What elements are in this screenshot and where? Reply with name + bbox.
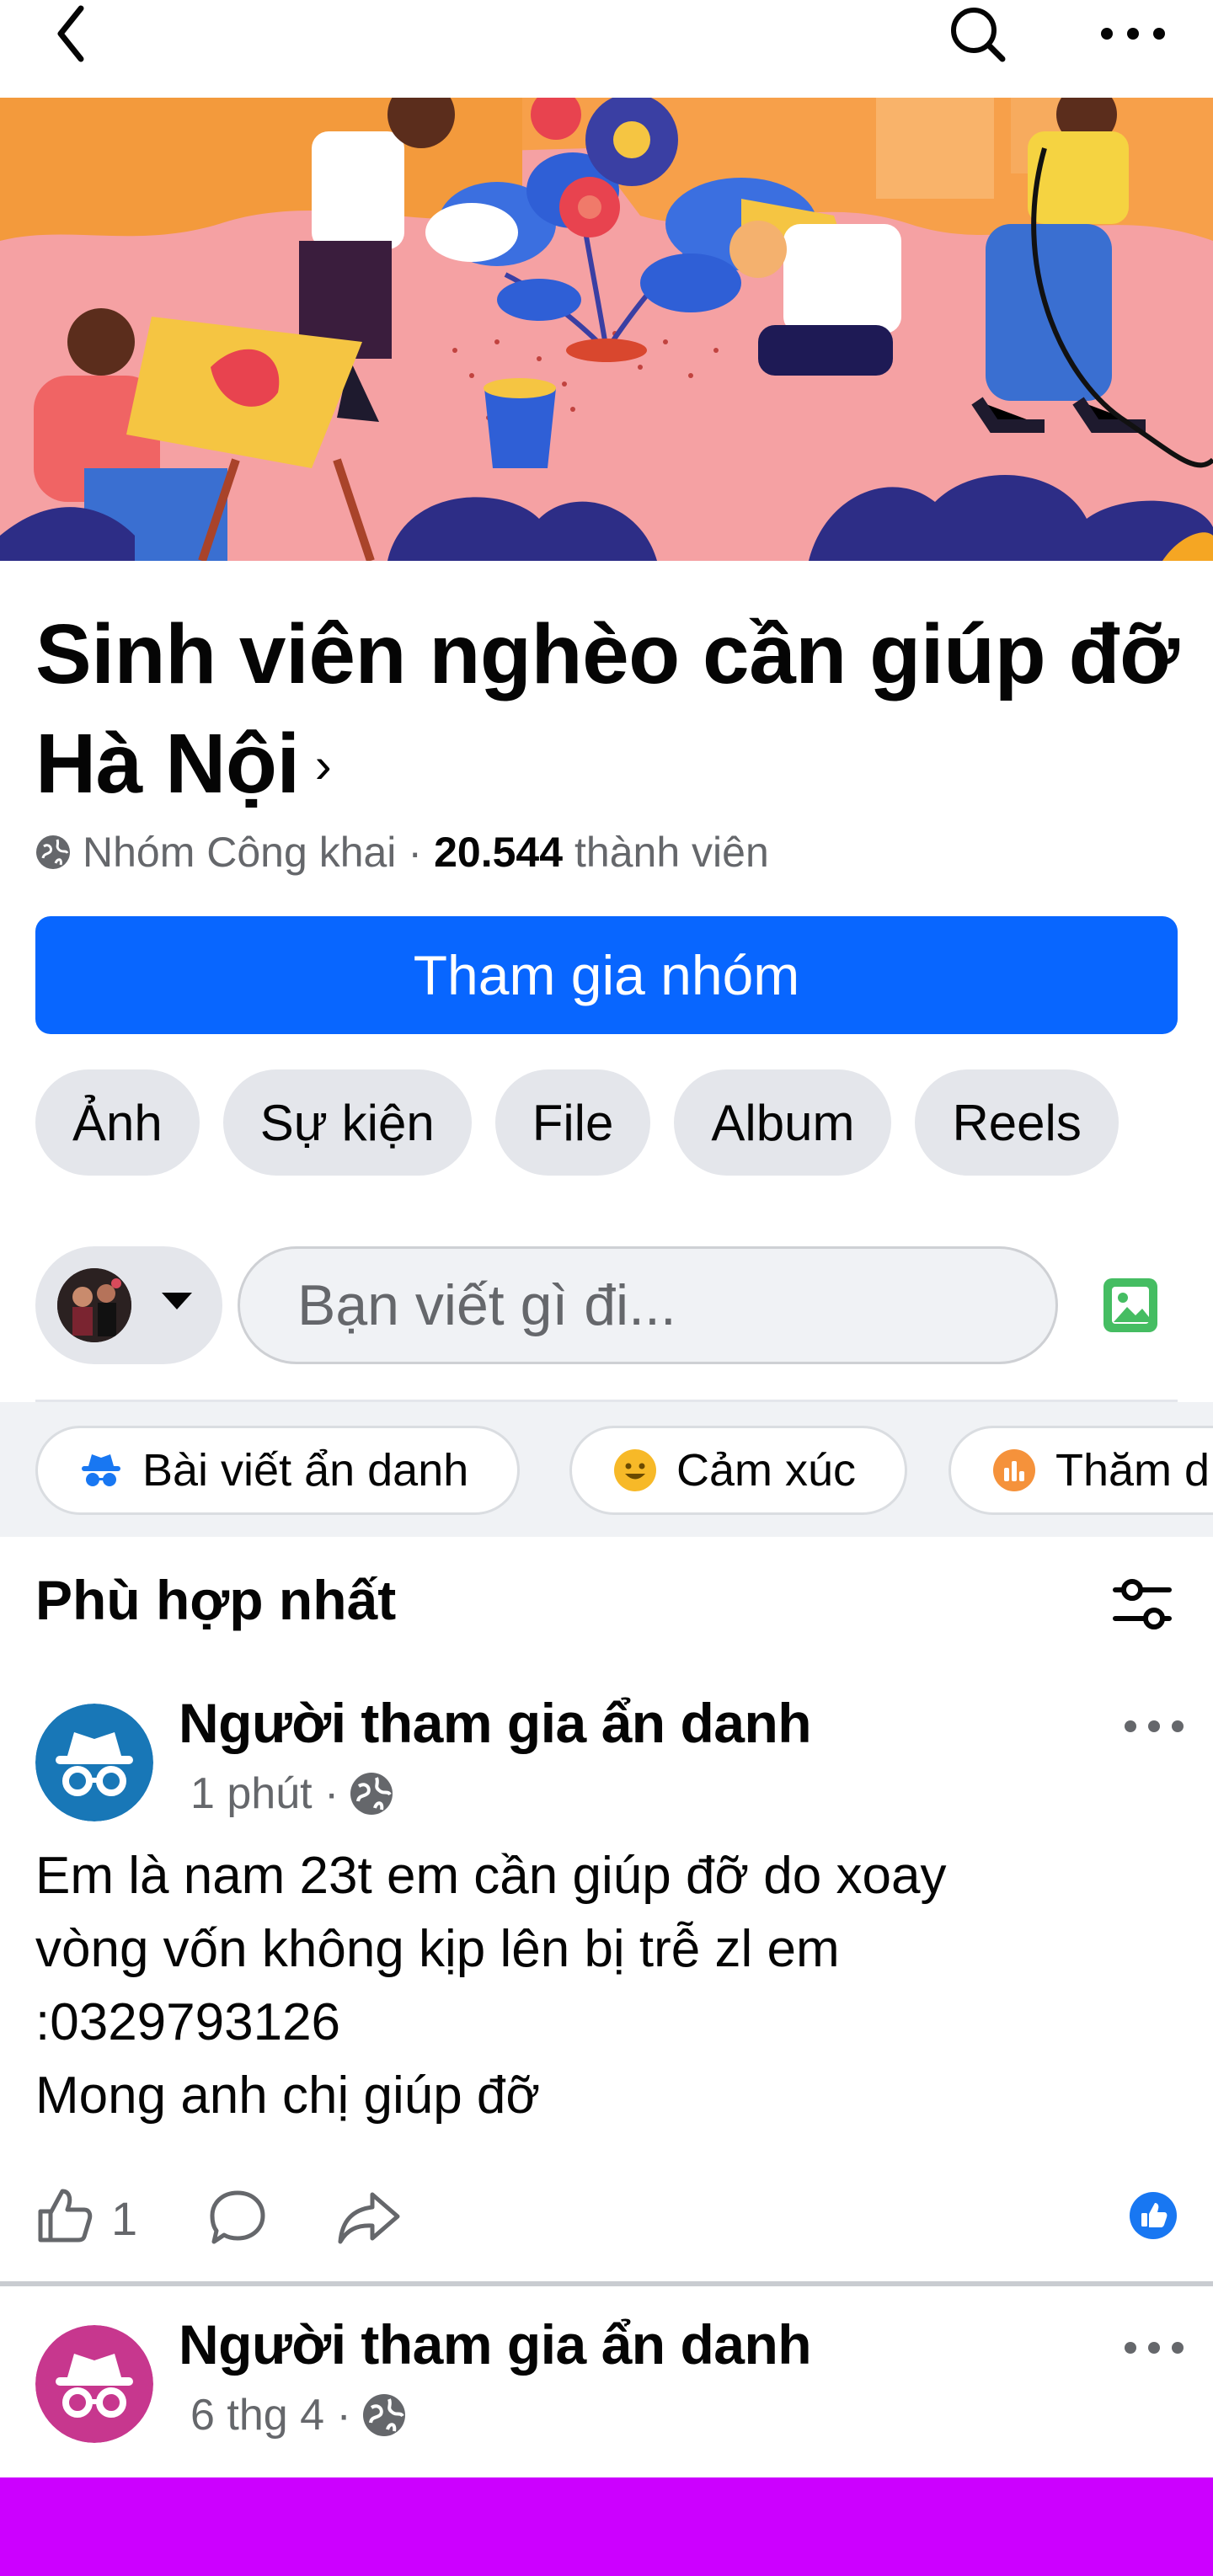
group-title[interactable]: Sinh viên nghèo cần giúp đỡ Hà Nội › xyxy=(35,600,1181,825)
composer-input[interactable]: Bạn viết gì đi... xyxy=(238,1246,1058,1364)
chip-anonymous-post[interactable]: Bài viết ẩn danh xyxy=(35,1426,521,1515)
chip-label: Thăm d xyxy=(1055,1445,1210,1496)
smiley-icon xyxy=(614,1449,656,1491)
meta-separator: · xyxy=(408,829,423,876)
group-name: Sinh viên nghèo cần giúp đỡ Hà Nội xyxy=(35,607,1179,811)
anonymous-avatar[interactable] xyxy=(35,2325,153,2443)
post-time-text: 6 thg 4 · xyxy=(190,2391,351,2440)
tab-events[interactable]: Sự kiện xyxy=(222,1069,472,1176)
chip-feeling[interactable]: Cảm xúc xyxy=(569,1426,908,1515)
chip-label: Bài viết ẩn danh xyxy=(142,1445,469,1496)
post-body[interactable]: Em là nam 23t em cần giúp đỡ do xoay vòn… xyxy=(35,1839,1181,2132)
tab-photos[interactable]: Ảnh xyxy=(35,1069,200,1176)
post-line: vòng vốn không kịp lên bị trễ zl em xyxy=(35,1920,840,1978)
group-tabs: Ảnh Sự kiện File Album Reels xyxy=(35,1069,1119,1176)
member-label: thành viên xyxy=(574,829,769,876)
chevron-left-icon[interactable] xyxy=(42,0,101,67)
more-horizontal-icon[interactable] xyxy=(1095,8,1171,59)
search-icon[interactable] xyxy=(943,0,1011,67)
anonymous-avatar[interactable] xyxy=(35,1704,153,1821)
chevron-down-icon xyxy=(162,1293,192,1309)
like-icon[interactable] xyxy=(35,2186,94,2245)
photo-icon[interactable] xyxy=(1100,1275,1161,1336)
post-timestamp: 1 phút · xyxy=(190,1768,394,1819)
anonymous-icon xyxy=(82,1454,120,1486)
post-composer: Bạn viết gì đi... xyxy=(35,1246,1178,1364)
feed-sort-label[interactable]: Phù hợp nhất xyxy=(35,1568,396,1632)
join-group-button[interactable]: Tham gia nhóm xyxy=(35,916,1178,1034)
filter-icon[interactable] xyxy=(1109,1575,1176,1634)
chip-poll[interactable]: Thăm d xyxy=(948,1426,1213,1515)
tab-albums[interactable]: Album xyxy=(674,1069,892,1176)
post-author[interactable]: Người tham gia ẩn danh xyxy=(179,1691,812,1755)
globe-icon xyxy=(36,835,70,869)
top-bar xyxy=(0,0,1213,98)
share-icon[interactable] xyxy=(335,2188,403,2247)
like-count[interactable]: 1 xyxy=(111,2191,137,2246)
more-horizontal-icon[interactable] xyxy=(1120,2331,1188,2365)
post-author[interactable]: Người tham gia ẩn danh xyxy=(179,2312,812,2376)
post-timestamp: 6 thg 4 · xyxy=(190,2390,407,2440)
identity-switcher[interactable] xyxy=(35,1246,222,1364)
chip-label: Cảm xúc xyxy=(676,1445,857,1496)
bottom-banner xyxy=(0,2477,1213,2576)
avatar xyxy=(57,1268,131,1342)
post-line: :0329793126 xyxy=(35,1993,341,2051)
comment-icon[interactable] xyxy=(207,2188,268,2247)
group-cover-image[interactable] xyxy=(0,98,1213,561)
chevron-right-icon: › xyxy=(314,736,332,793)
post-line: Em là nam 23t em cần giúp đỡ do xoay xyxy=(35,1847,947,1905)
cover-illustration xyxy=(0,98,1213,561)
tab-files[interactable]: File xyxy=(494,1069,651,1176)
poll-icon xyxy=(993,1449,1035,1491)
post-line: Mong anh chị giúp đỡ xyxy=(35,2067,541,2125)
post-type-chips: Bài viết ẩn danh Cảm xúc Thăm d xyxy=(0,1402,1213,1537)
post-time-text: 1 phút · xyxy=(190,1769,339,1818)
group-meta: Nhóm Công khai · 20.544 thành viên xyxy=(35,827,769,877)
tab-reels[interactable]: Reels xyxy=(915,1069,1119,1176)
post-actions: 1 xyxy=(35,2186,1178,2253)
globe-icon xyxy=(350,1773,393,1815)
like-reaction-icon[interactable] xyxy=(1129,2191,1178,2240)
post-divider xyxy=(0,2281,1213,2286)
group-privacy: Nhóm Công khai xyxy=(83,829,397,876)
member-count: 20.544 xyxy=(434,829,564,876)
more-horizontal-icon[interactable] xyxy=(1120,1709,1188,1743)
globe-icon xyxy=(362,2394,405,2436)
